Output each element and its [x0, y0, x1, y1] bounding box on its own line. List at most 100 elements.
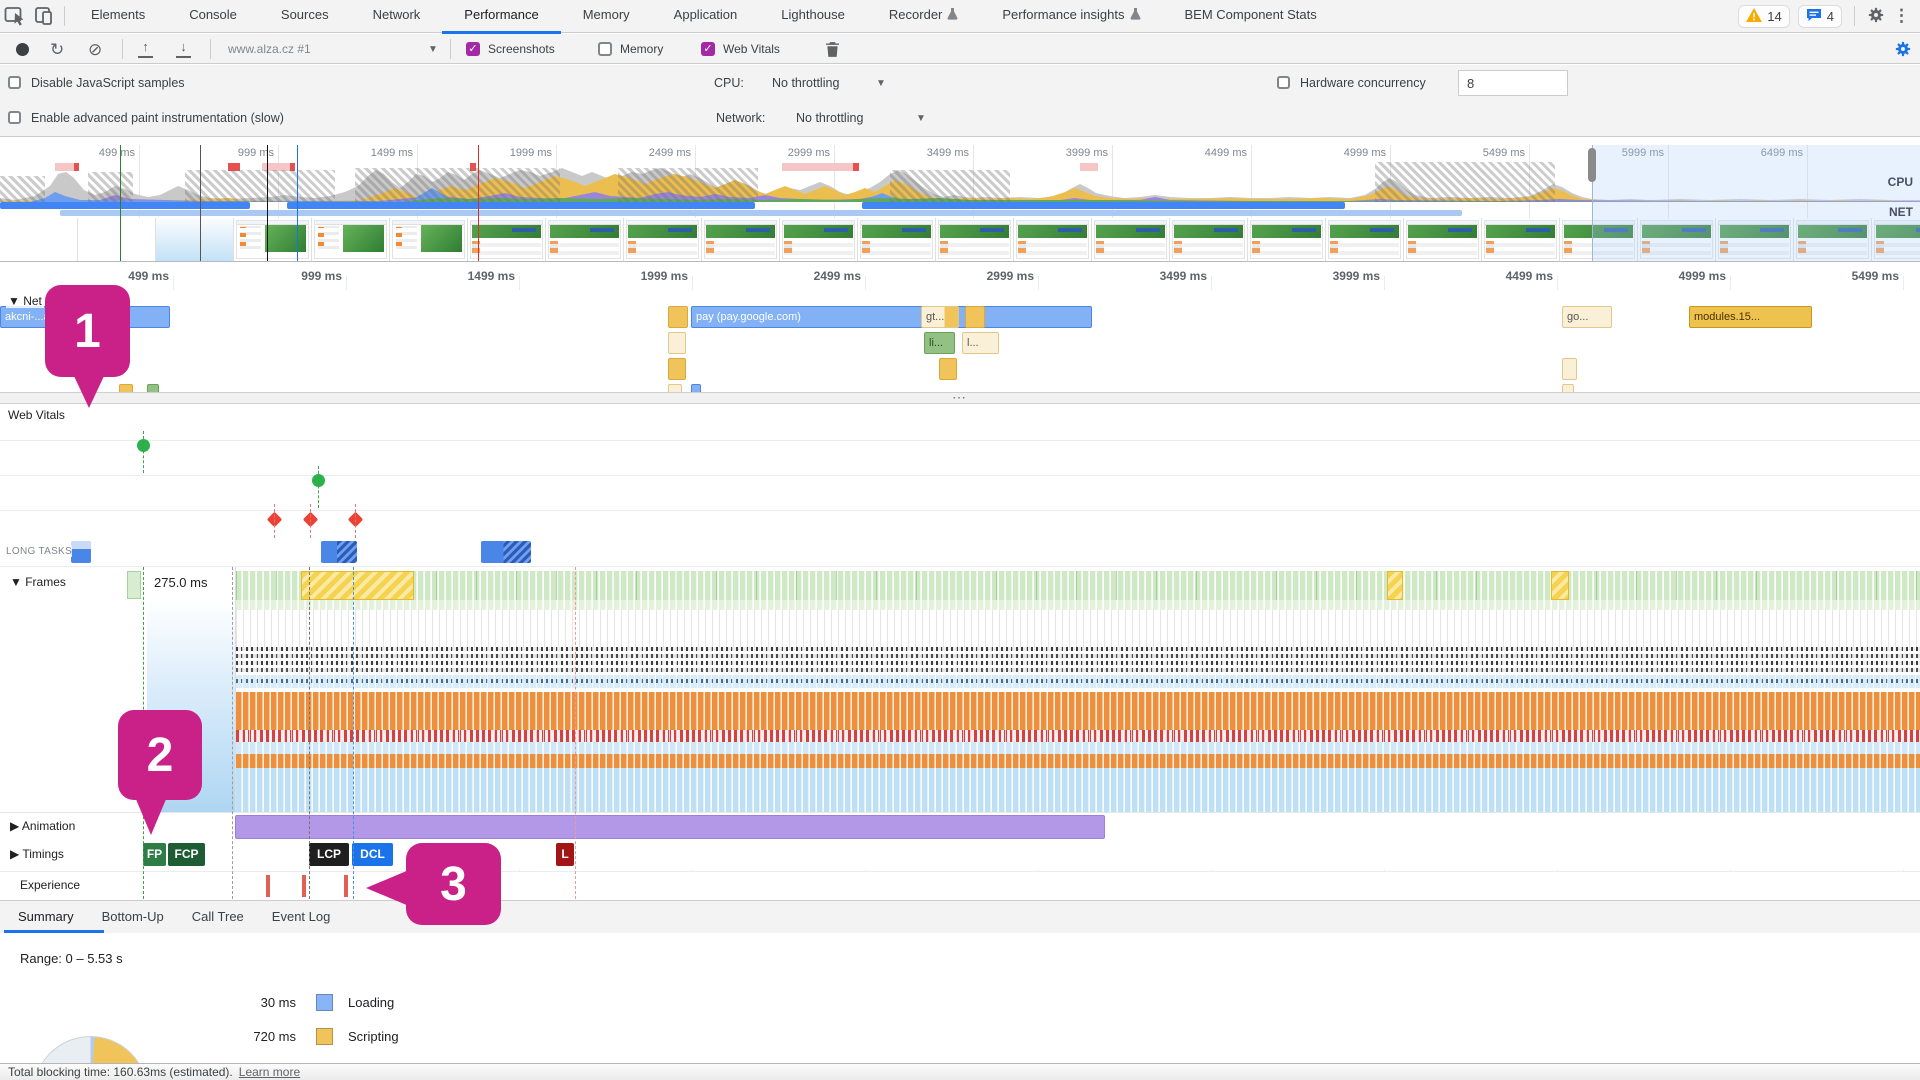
tab-elements[interactable]: Elements: [69, 0, 167, 34]
network-request-bar[interactable]: [668, 358, 686, 380]
tab-bem-component-stats[interactable]: BEM Component Stats: [1163, 0, 1339, 34]
filmstrip-frame[interactable]: [468, 218, 546, 261]
device-toolbar-icon[interactable]: [30, 3, 60, 29]
network-request-bar[interactable]: modules.15...: [1689, 306, 1812, 328]
network-throttle-select[interactable]: No throttling: [796, 111, 863, 125]
network-request-bar[interactable]: [668, 384, 682, 392]
filmstrip-frame[interactable]: [390, 218, 468, 261]
filmstrip-frame[interactable]: [234, 218, 312, 261]
filmstrip-frame[interactable]: [1326, 218, 1404, 261]
network-request-bar[interactable]: pay (pay.google.com): [691, 306, 1092, 328]
animation-track-label[interactable]: ▶ Animation: [8, 819, 78, 833]
filmstrip-frame[interactable]: [702, 218, 780, 261]
timing-badge-l[interactable]: L: [556, 843, 574, 866]
hardware-concurrency-input[interactable]: [1458, 70, 1568, 96]
network-request-bar[interactable]: [119, 384, 133, 392]
animation-bar[interactable]: [235, 815, 1105, 839]
screenshots-checkbox[interactable]: ✓: [466, 37, 480, 61]
filmstrip-frame[interactable]: [780, 218, 858, 261]
tab-lighthouse[interactable]: Lighthouse: [759, 0, 867, 34]
details-tab-summary[interactable]: Summary: [4, 901, 88, 933]
overview-drag-handle[interactable]: [1588, 148, 1596, 182]
filmstrip-frame[interactable]: [624, 218, 702, 261]
save-profile-icon[interactable]: ↓: [176, 37, 191, 61]
tab-sources[interactable]: Sources: [259, 0, 351, 34]
network-request-bar[interactable]: [1562, 384, 1574, 392]
tab-recorder[interactable]: Recorder: [867, 0, 980, 34]
filmstrip-frame[interactable]: [78, 218, 156, 261]
inspect-element-icon[interactable]: [0, 3, 30, 29]
long-task-bar[interactable]: [481, 541, 531, 563]
tab-network[interactable]: Network: [351, 0, 443, 34]
network-request-bar[interactable]: gt...: [921, 306, 959, 328]
network-request-bar[interactable]: [965, 306, 985, 328]
web-vitals-track[interactable]: Web Vitals: [0, 404, 1920, 539]
filmstrip-frame[interactable]: [1014, 218, 1092, 261]
learn-more-link[interactable]: Learn more: [239, 1065, 300, 1079]
network-request-bar[interactable]: [147, 384, 159, 392]
tab-application[interactable]: Application: [652, 0, 760, 34]
clear-icon[interactable]: ⊘: [88, 37, 102, 61]
long-tasks-track[interactable]: LONG TASKS: [0, 539, 1920, 567]
cpu-throttle-select[interactable]: No throttling: [772, 76, 839, 90]
filmstrip-frame[interactable]: [0, 218, 78, 261]
filmstrip-frame[interactable]: [858, 218, 936, 261]
web-vitals-checkbox[interactable]: ✓: [701, 37, 715, 61]
experience-track[interactable]: Experience: [0, 871, 1920, 900]
timings-track[interactable]: ▶ Timings FP FCP LCP DCL L: [0, 840, 1920, 870]
network-request-bar[interactable]: li...: [924, 332, 955, 354]
network-request-bar[interactable]: [668, 306, 688, 328]
capture-settings-gear-icon[interactable]: [1894, 37, 1912, 61]
filmstrip-frame[interactable]: [936, 218, 1014, 261]
details-tab-call-tree[interactable]: Call Tree: [178, 901, 258, 933]
pane-splitter[interactable]: [0, 389, 1920, 406]
network-request-bar[interactable]: l...: [962, 332, 999, 354]
animation-track[interactable]: ▶ Animation: [0, 812, 1920, 840]
network-request-bar[interactable]: go...: [1562, 306, 1612, 328]
filmstrip-frame[interactable]: [1482, 218, 1560, 261]
network-request-bar[interactable]: [939, 358, 957, 380]
layout-shift-tick[interactable]: [344, 875, 348, 897]
network-track[interactable]: ▼ Net akcni-...al... pay (pay.google.com)…: [0, 290, 1920, 392]
overview-unselected-region[interactable]: [1592, 145, 1920, 261]
issues-badge[interactable]: 4: [1797, 4, 1842, 28]
timeline-overview[interactable]: 499 ms 999 ms 1499 ms 1999 ms 2499 ms 2999 ms…: [0, 137, 1920, 262]
disable-js-checkbox[interactable]: [8, 76, 21, 89]
settings-gear-icon[interactable]: [1867, 6, 1885, 27]
reload-record-icon[interactable]: ↻: [50, 37, 64, 61]
long-task-bar[interactable]: [71, 541, 91, 563]
filmstrip-frame[interactable]: [156, 218, 234, 261]
details-tab-bottom-up[interactable]: Bottom-Up: [88, 901, 178, 933]
filmstrip-frame[interactable]: [1404, 218, 1482, 261]
trash-icon[interactable]: [826, 37, 839, 61]
filmstrip-frame[interactable]: [1248, 218, 1326, 261]
details-tab-event-log[interactable]: Event Log: [258, 901, 345, 933]
layout-shift-tick[interactable]: [266, 875, 270, 897]
filmstrip-frame[interactable]: [1170, 218, 1248, 261]
paint-instrumentation-checkbox[interactable]: [8, 111, 21, 124]
filmstrip-frame[interactable]: [312, 218, 390, 261]
timing-badge-fcp[interactable]: FCP: [168, 843, 205, 866]
filmstrip-frame[interactable]: [546, 218, 624, 261]
frames-filmstrip-dense[interactable]: [235, 567, 1920, 812]
memory-checkbox[interactable]: [598, 37, 612, 61]
filmstrip-frame[interactable]: [1092, 218, 1170, 261]
network-request-bar[interactable]: [1562, 358, 1577, 380]
hardware-concurrency-checkbox[interactable]: [1277, 76, 1290, 89]
frames-track[interactable]: ▼ Frames 275.0 ms: [0, 567, 1920, 812]
more-options-icon[interactable]: ⋮: [1893, 7, 1910, 24]
timing-badge-dcl[interactable]: DCL: [352, 843, 393, 866]
timing-badge-fp[interactable]: FP: [143, 843, 166, 866]
layout-shift-tick[interactable]: [302, 875, 306, 897]
network-track-label[interactable]: ▼ Net: [6, 294, 44, 308]
tab-performance-insights[interactable]: Performance insights: [980, 0, 1162, 34]
long-task-bar[interactable]: [321, 541, 357, 563]
warnings-badge[interactable]: 14: [1738, 4, 1790, 28]
history-select[interactable]: www.alza.cz #1: [228, 37, 311, 61]
network-request-bar[interactable]: [668, 332, 686, 354]
frames-track-label[interactable]: ▼ Frames: [8, 575, 68, 589]
network-request-bar[interactable]: [691, 384, 701, 392]
tab-performance[interactable]: Performance: [442, 0, 561, 34]
tab-console[interactable]: Console: [167, 0, 259, 34]
timings-track-label[interactable]: ▶ Timings: [8, 847, 66, 861]
